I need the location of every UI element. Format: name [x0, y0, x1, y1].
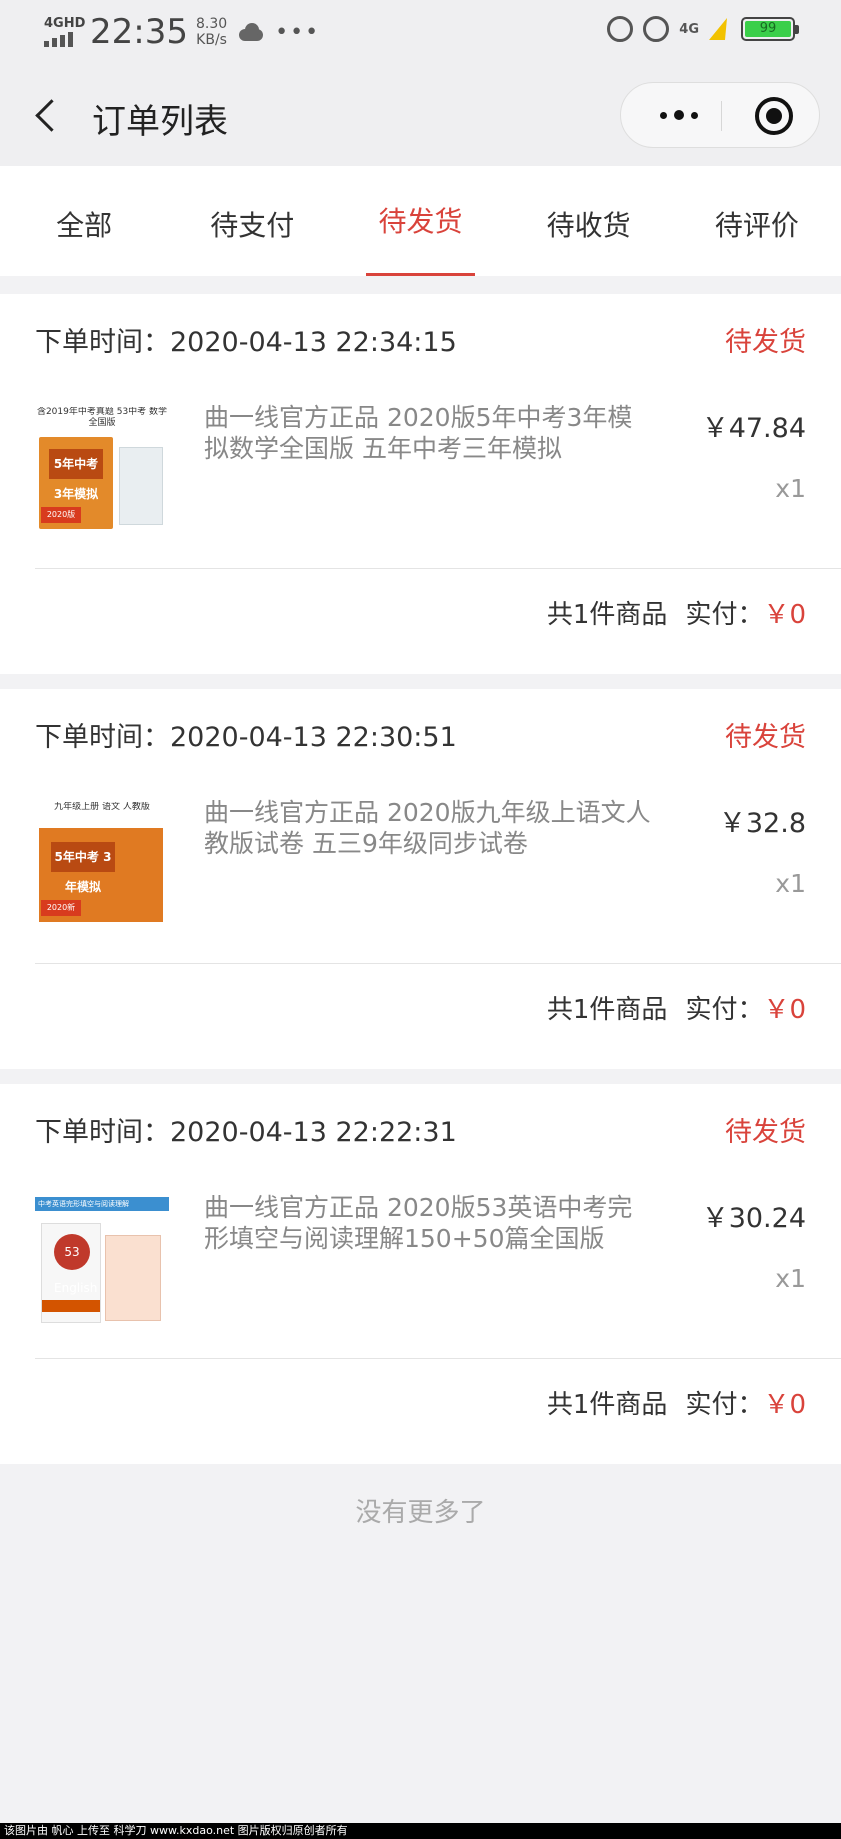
order-card[interactable]: 下单时间：2020-04-13 22:34:15 待发货 含2019年中考真题 …: [0, 294, 841, 674]
signal-bars-icon: [44, 32, 84, 47]
status-bar: 4GHD 22:35 8.30 KB/s ••• 4G 99: [0, 0, 841, 66]
order-header: 下单时间：2020-04-13 22:30:51 待发货: [35, 715, 806, 755]
order-time-label: 下单时间：: [35, 327, 170, 358]
book-cover-orange: 5年中考 3年模拟 2020新: [39, 828, 163, 922]
tab-pending-payment[interactable]: 待支付: [168, 166, 336, 276]
tab-pending-review[interactable]: 待评价: [673, 166, 841, 276]
order-status: 待发货: [725, 1117, 806, 1148]
product-title[interactable]: 曲一线官方正品 2020版53英语中考完形填空与阅读理解150+50篇全国版: [204, 1192, 654, 1254]
paid-amount: ￥0: [763, 995, 806, 1025]
more-notifications-icon: •••: [275, 19, 321, 45]
product-price: ￥47.84: [701, 413, 806, 444]
product-quantity: x1: [775, 869, 806, 898]
book-cover-english: 53 English: [41, 1223, 101, 1323]
tab-all[interactable]: 全部: [0, 166, 168, 276]
item-count: 共1件商品: [546, 995, 668, 1025]
speed-unit: KB/s: [196, 32, 227, 48]
status-right: 4G 99: [607, 16, 799, 42]
thumb-caption: 九年级上册 语文 人教版: [54, 802, 150, 812]
order-summary: 共1件商品 实付：￥0: [547, 1384, 806, 1421]
order-time: 2020-04-13 22:22:31: [170, 1117, 457, 1148]
item-count: 共1件商品: [546, 600, 668, 630]
book-cover-image: 含2019年中考真题 53中考 数学 全国版 5年中考 3年模拟 2020版: [35, 407, 169, 541]
book-cover-image: 九年级上册 语文 人教版 5年中考 3年模拟 2020新: [35, 802, 169, 936]
order-time: 2020-04-13 22:34:15: [170, 327, 457, 358]
order-card[interactable]: 下单时间：2020-04-13 22:22:31 待发货 中考英语完形填空与阅读…: [0, 1084, 841, 1464]
network-speed: 8.30 KB/s: [196, 16, 227, 48]
speed-value: 8.30: [195, 16, 228, 32]
product-quantity: x1: [775, 474, 806, 503]
tab-pending-shipment[interactable]: 待发货: [336, 166, 504, 276]
thumb-badge: 2020版: [41, 507, 81, 523]
order-time-label: 下单时间：: [35, 722, 170, 753]
order-summary: 共1件商品 实付：￥0: [547, 989, 806, 1026]
product-quantity: x1: [775, 1264, 806, 1293]
network-4g-label: 4G: [679, 21, 699, 37]
product-thumbnail[interactable]: 中考英语完形填空与阅读理解 53 English: [35, 1197, 169, 1331]
product-title[interactable]: 曲一线官方正品 2020版九年级上语文人教版试卷 五三9年级同步试卷: [204, 797, 654, 859]
nav-bar: 订单列表: [0, 66, 841, 166]
order-header: 下单时间：2020-04-13 22:34:15 待发货: [35, 320, 806, 360]
page-title: 订单列表: [92, 102, 228, 142]
item-count: 共1件商品: [546, 1390, 668, 1420]
paid-amount: ￥0: [763, 600, 806, 630]
order-header: 下单时间：2020-04-13 22:22:31 待发货: [35, 1110, 806, 1150]
charging-icon: [709, 16, 731, 42]
watermark-text: 该图片由 帆心 上传至 科学刀 www.kxdao.net 图片版权归原创者所有: [0, 1823, 841, 1839]
product-price: ￥30.24: [701, 1203, 806, 1234]
order-status: 待发货: [725, 722, 806, 753]
alarm-icon: [643, 16, 670, 42]
book-cover-image: 中考英语完形填空与阅读理解 53 English: [35, 1197, 169, 1331]
network-type: 4GHD: [44, 16, 86, 31]
book-supplement-image: [119, 447, 163, 525]
more-options-icon[interactable]: [649, 103, 709, 127]
order-summary: 共1件商品 实付：￥0: [547, 594, 806, 631]
order-status: 待发货: [725, 327, 806, 358]
order-time-label: 下单时间：: [35, 1117, 170, 1148]
divider: [35, 963, 841, 964]
status-left: 4GHD 22:35 8.30 KB/s •••: [44, 12, 320, 52]
thumb-badge: 2020新: [41, 900, 81, 916]
product-thumbnail[interactable]: 九年级上册 语文 人教版 5年中考 3年模拟 2020新: [35, 802, 169, 936]
battery-level: 99: [745, 21, 791, 37]
no-more-text: 没有更多了: [355, 1498, 486, 1528]
headphones-icon: [607, 16, 634, 42]
back-icon[interactable]: [30, 96, 66, 136]
cloud-icon: [237, 23, 265, 41]
paid-amount: ￥0: [763, 1390, 806, 1420]
order-status-tabs: 全部 待支付 待发货 待收货 待评价: [0, 166, 841, 276]
tab-pending-receipt[interactable]: 待收货: [505, 166, 673, 276]
miniprogram-capsule: [620, 82, 820, 148]
book-cover-orange: 5年中考 3年模拟 2020版: [39, 437, 113, 529]
capsule-divider: [721, 101, 722, 131]
book-cover-stripe: [42, 1300, 100, 1312]
clock: 22:35: [90, 12, 188, 52]
product-price: ￥32.8: [718, 808, 806, 839]
thumb-caption: 含2019年中考真题 53中考 数学 全国版: [36, 407, 168, 428]
paid-label: 实付：: [685, 1390, 764, 1420]
thumb-caption: 中考英语完形填空与阅读理解: [35, 1197, 169, 1211]
paid-label: 实付：: [685, 600, 764, 630]
order-card[interactable]: 下单时间：2020-04-13 22:30:51 待发货 九年级上册 语文 人教…: [0, 689, 841, 1069]
order-time: 2020-04-13 22:30:51: [170, 722, 457, 753]
paid-label: 实付：: [685, 995, 764, 1025]
divider: [35, 568, 841, 569]
product-title[interactable]: 曲一线官方正品 2020版5年中考3年模拟数学全国版 五年中考三年模拟: [204, 402, 654, 464]
battery-icon: 99: [741, 17, 799, 41]
thumb-title: 53 English: [54, 1234, 97, 1295]
divider: [35, 1358, 841, 1359]
thumb-title: 5年中考 3年模拟: [51, 842, 115, 894]
thumb-title: 5年中考 3年模拟: [49, 449, 103, 501]
product-thumbnail[interactable]: 含2019年中考真题 53中考 数学 全国版 5年中考 3年模拟 2020版: [35, 407, 169, 541]
book-supplement-image: [105, 1235, 161, 1321]
signal-indicator: 4GHD: [44, 16, 86, 47]
close-miniprogram-icon[interactable]: [755, 97, 793, 135]
